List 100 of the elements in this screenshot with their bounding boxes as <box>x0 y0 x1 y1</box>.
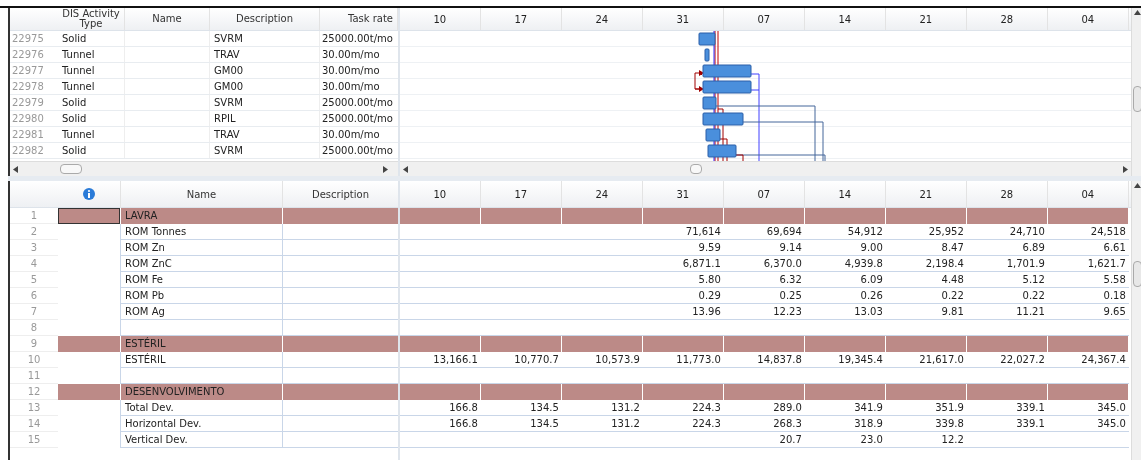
table-cell-text: 30.00m/mo <box>321 64 381 78</box>
timeline-header: 04 <box>1047 8 1129 30</box>
table-cell: 6.32 <box>723 272 805 288</box>
table-cell: 13.03 <box>804 304 886 320</box>
timeline-header: 07 <box>723 8 805 30</box>
scroll-left-icon[interactable] <box>13 166 18 173</box>
timeline-header: 24 <box>561 181 643 207</box>
table-cell: ROM Fe <box>120 272 282 288</box>
scroll-up-icon[interactable] <box>1133 10 1141 15</box>
table-cell: 11.21 <box>966 304 1048 320</box>
scroll-right-icon[interactable] <box>1122 166 1128 173</box>
row-number: 13 <box>10 400 58 416</box>
column-header[interactable]: Name <box>125 8 210 30</box>
table-cell: Tunnel <box>58 63 125 78</box>
timeline-header: 21 <box>885 8 967 30</box>
table-cell: Total Dev. <box>120 400 282 416</box>
table-cell: 24,367.4 <box>1047 352 1129 368</box>
table-cell: 10,770.7 <box>480 352 562 368</box>
table-cell: 1,701.9 <box>966 256 1048 272</box>
timeline-header: 17 <box>480 181 562 207</box>
timeline-header: 28 <box>966 8 1048 30</box>
table-cell: Solid <box>58 95 125 110</box>
table-cell: 13.96 <box>642 304 724 320</box>
group-cell[interactable] <box>58 384 120 400</box>
group-cell: LAVRA <box>120 208 282 224</box>
row-number: 5 <box>10 272 58 288</box>
table-cell: 0.22 <box>885 288 967 304</box>
table-cell: 345.0 <box>1047 400 1129 416</box>
timeline-header: 28 <box>966 181 1048 207</box>
table-cell: 2,198.4 <box>885 256 967 272</box>
table-cell: 24,518 <box>1047 224 1129 240</box>
table-cell: SVRM <box>210 95 320 110</box>
table-cell: 23.0 <box>804 432 886 448</box>
table-cell: ROM Pb <box>120 288 282 304</box>
table-cell: 11,773.0 <box>642 352 724 368</box>
table-cell: RPIL <box>210 111 320 126</box>
column-header[interactable]: Name <box>120 180 282 208</box>
timeline-header: 07 <box>723 181 805 207</box>
table-cell: GM00 <box>210 79 320 94</box>
table-cell-text: 25000.00t/mo <box>321 144 394 158</box>
table-cell: 54,912 <box>804 224 886 240</box>
table-cell: 131.2 <box>561 416 643 432</box>
table-cell: 6.61 <box>1047 240 1129 256</box>
scroll-thumb[interactable] <box>1132 261 1141 287</box>
table-cell: SVRM <box>210 143 320 158</box>
table-cell: 19,345.4 <box>804 352 886 368</box>
group-cell[interactable] <box>58 336 120 352</box>
table-cell-text: 25000.00t/mo <box>321 96 394 110</box>
vertical-scrollbar[interactable] <box>1130 181 1141 460</box>
scroll-thumb[interactable] <box>1132 86 1141 112</box>
table-cell: 0.22 <box>966 288 1048 304</box>
info-icon[interactable] <box>83 188 95 200</box>
column-header[interactable]: Description <box>210 8 320 30</box>
table-cell: 0.18 <box>1047 288 1129 304</box>
table-cell: 20.7 <box>723 432 805 448</box>
group-cell[interactable] <box>58 208 120 224</box>
table-cell: 9.00 <box>804 240 886 256</box>
table-cell: 224.3 <box>642 416 724 432</box>
timeline-header: 17 <box>480 8 562 30</box>
horizontal-scrollbar[interactable] <box>10 161 398 176</box>
table-cell: 131.2 <box>561 400 643 416</box>
row-number: 15 <box>10 432 58 448</box>
table-cell: 339.1 <box>966 416 1048 432</box>
table-cell: 5.80 <box>642 272 724 288</box>
timeline-header: 31 <box>642 181 724 207</box>
table-cell: 134.5 <box>480 416 562 432</box>
row-number: 22980 <box>11 112 45 126</box>
scroll-right-icon[interactable] <box>383 166 388 173</box>
table-cell: ROM Tonnes <box>120 224 282 240</box>
table-cell: 289.0 <box>723 400 805 416</box>
table-cell: 25,952 <box>885 224 967 240</box>
table-cell-text: 25000.00t/mo <box>321 32 394 46</box>
table-cell: 318.9 <box>804 416 886 432</box>
table-cell: Solid <box>58 111 125 126</box>
table-cell: 14,837.8 <box>723 352 805 368</box>
table-cell: 4,939.8 <box>804 256 886 272</box>
scroll-thumb[interactable] <box>689 164 702 174</box>
table-cell: Tunnel <box>58 47 125 62</box>
timeline-header: 31 <box>642 8 724 30</box>
scroll-left-icon[interactable] <box>402 166 408 173</box>
row-number: 14 <box>10 416 58 432</box>
row-number: 2 <box>10 224 58 240</box>
column-header[interactable]: DIS Activity Type <box>58 8 125 30</box>
scroll-up-icon[interactable] <box>1133 183 1141 188</box>
table-cell: ROM ZnC <box>120 256 282 272</box>
table-cell: 166.8 <box>399 416 481 432</box>
table-cell: 166.8 <box>399 400 481 416</box>
row-number: 22976 <box>11 48 45 62</box>
table-cell: 351.9 <box>885 400 967 416</box>
table-cell: 71,614 <box>642 224 724 240</box>
table-cell: 6.09 <box>804 272 886 288</box>
table-cell: GM00 <box>210 63 320 78</box>
row-number: 22982 <box>11 144 45 158</box>
timeline-header: 10 <box>399 8 481 30</box>
vertical-scrollbar[interactable] <box>1130 8 1141 176</box>
row-number: 22979 <box>11 96 45 110</box>
scroll-thumb[interactable] <box>60 164 82 174</box>
table-cell: ESTÉRIL <box>120 352 282 368</box>
row-number: 22977 <box>11 64 45 78</box>
horizontal-scrollbar[interactable] <box>399 161 1131 176</box>
